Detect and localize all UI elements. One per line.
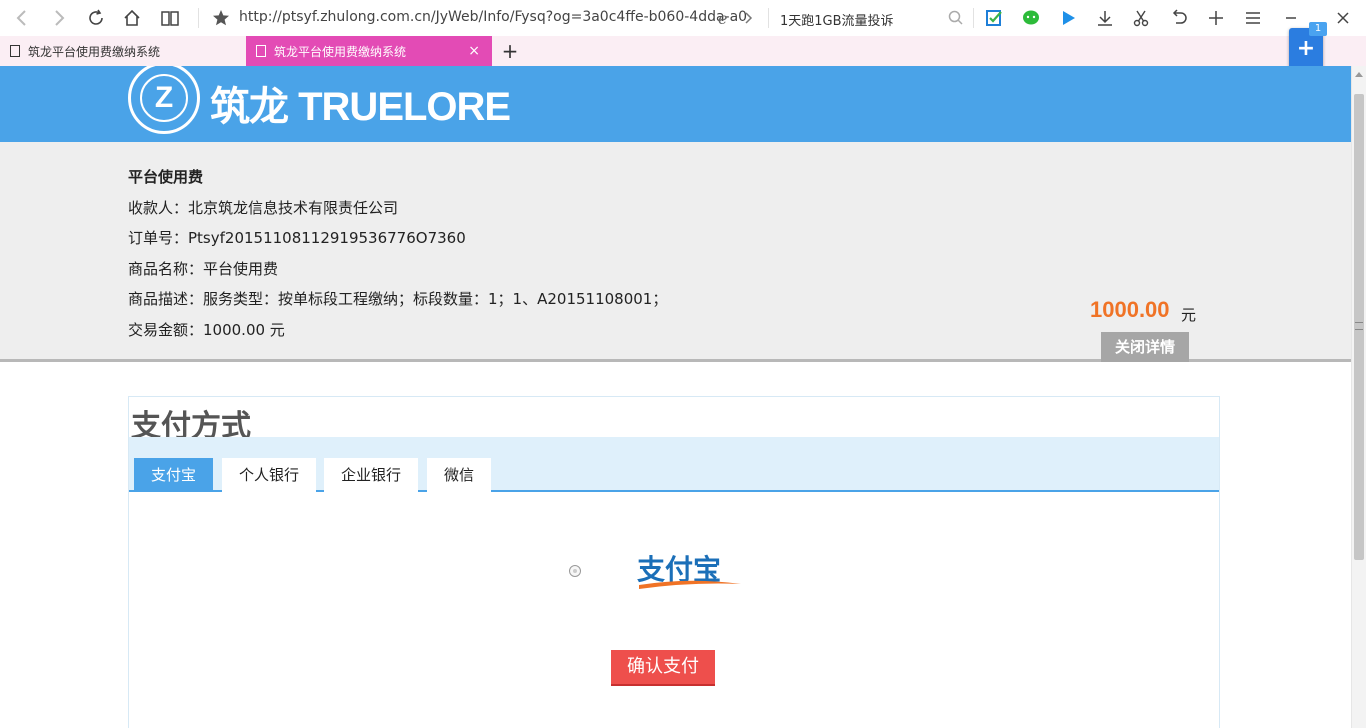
tab-label: 筑龙平台使用费缴纳系统 [28, 44, 161, 59]
zhulong-logo-icon[interactable]: Z [128, 66, 200, 134]
document-icon [256, 45, 266, 57]
tab-alipay[interactable]: 支付宝 [134, 458, 213, 492]
tab-personal-bank[interactable]: 个人银行 [222, 458, 316, 492]
search-input[interactable]: 1天跑1GB流量投诉 [780, 10, 894, 29]
reading-mode-icon[interactable] [158, 6, 182, 30]
tab-bar: 筑龙平台使用费缴纳系统 筑龙平台使用费缴纳系统 × + [0, 36, 1366, 66]
search-icon[interactable] [944, 6, 968, 30]
order-title: 平台使用费 [128, 168, 204, 186]
window-close-icon[interactable] [1331, 6, 1355, 30]
toolbar-divider [973, 8, 974, 28]
task-check-icon[interactable] [982, 6, 1006, 30]
tab-enterprise-bank[interactable]: 企业银行 [324, 458, 418, 492]
ie-mode-icon[interactable]: e [713, 6, 737, 30]
trade-amount: 交易金额：1000.00 元 [128, 321, 285, 339]
document-icon [10, 45, 20, 57]
payment-method-box: 支付方式 支付宝 个人银行 企业银行 微信 支付宝 确认支付 [128, 396, 1220, 728]
new-tab-button[interactable]: + [498, 39, 522, 63]
amount-value: 1000.00 [1090, 297, 1170, 322]
scroll-up-icon[interactable] [1355, 72, 1363, 77]
payment-tabs: 支付宝 个人银行 企业银行 微信 [129, 437, 1219, 492]
video-play-icon[interactable] [1056, 6, 1080, 30]
close-detail-button[interactable]: 关闭详情 [1101, 332, 1189, 362]
vertical-scrollbar[interactable] [1351, 66, 1366, 728]
order-info-panel: 平台使用费 收款人：北京筑龙信息技术有限责任公司 订单号：Ptsyf201511… [0, 142, 1351, 362]
confirm-payment-button[interactable]: 确认支付 [611, 650, 715, 686]
tab-zhulong-active[interactable]: 筑龙平台使用费缴纳系统 × [246, 36, 492, 66]
minimize-icon[interactable] [1279, 6, 1303, 30]
plus-icon: + [1296, 36, 1316, 61]
add-icon[interactable] [1204, 6, 1228, 30]
tab-wechat[interactable]: 微信 [427, 458, 491, 492]
product-description: 商品描述：服务类型：按单标段工程缴纳；标段数量：1；1、A20151108001… [128, 290, 668, 308]
back-icon[interactable] [10, 6, 34, 30]
wechat-icon[interactable] [1019, 6, 1043, 30]
download-icon[interactable] [1093, 6, 1117, 30]
amount-unit: 元 [1181, 306, 1197, 324]
page-viewport: Z 筑龙 TRUELORE 平台使用费 收款人：北京筑龙信息技术有限责任公司 订… [0, 66, 1351, 728]
reload-icon[interactable] [84, 6, 108, 30]
bookmark-star-icon[interactable] [209, 6, 233, 30]
tab-zhulong-1[interactable]: 筑龙平台使用费缴纳系统 [0, 36, 245, 66]
logo-text[interactable]: 筑龙 TRUELORE [210, 74, 511, 132]
address-bar[interactable]: http://ptsyf.zhulong.com.cn/JyWeb/Info/F… [239, 9, 747, 25]
scissors-icon[interactable] [1129, 6, 1153, 30]
notification-badge: 1 [1309, 22, 1327, 36]
toolbar-divider [198, 8, 199, 28]
tab-label: 筑龙平台使用费缴纳系统 [274, 44, 407, 59]
alipay-logo-icon[interactable]: 支付宝 [635, 549, 745, 595]
home-icon[interactable] [120, 6, 144, 30]
browser-toolbar: http://ptsyf.zhulong.com.cn/JyWeb/Info/F… [0, 0, 1366, 36]
tab-close-icon[interactable]: × [468, 43, 480, 59]
undo-icon[interactable] [1167, 6, 1191, 30]
site-header: Z 筑龙 TRUELORE [0, 66, 1351, 142]
payee: 收款人：北京筑龙信息技术有限责任公司 [128, 199, 399, 217]
toolbar-divider [768, 8, 769, 28]
order-number: 订单号：Ptsyf20151108112919536776O7360 [128, 229, 466, 247]
forward-icon[interactable] [47, 6, 71, 30]
logo-letter: Z [140, 74, 188, 122]
alipay-radio[interactable] [569, 565, 581, 577]
menu-icon[interactable] [1241, 6, 1265, 30]
chevron-right-icon[interactable] [736, 6, 760, 30]
grip-icon [1355, 322, 1363, 330]
product-name: 商品名称：平台使用费 [128, 260, 279, 278]
svg-text:e: e [718, 9, 727, 28]
